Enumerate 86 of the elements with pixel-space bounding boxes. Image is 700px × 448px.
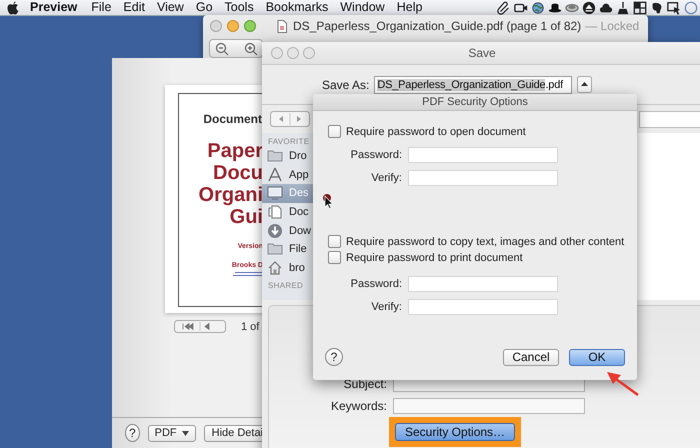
password-field[interactable] <box>408 276 558 292</box>
link-lines-drawing <box>233 271 263 277</box>
minimize-button-icon[interactable] <box>227 20 239 32</box>
sidebar-item[interactable]: App <box>262 166 316 184</box>
page-text: Paper <box>207 141 263 161</box>
close-button-icon[interactable] <box>271 47 283 59</box>
page-nav-buttons-icon[interactable] <box>174 320 226 333</box>
sidebar-item[interactable]: bro <box>262 258 316 278</box>
password-field[interactable] <box>408 170 558 186</box>
folder-icon <box>267 241 283 258</box>
checkbox[interactable] <box>328 125 341 138</box>
menu-item[interactable]: Go <box>196 0 213 15</box>
password-field[interactable] <box>408 299 558 315</box>
pointer-arrow <box>605 370 639 396</box>
zoom-button-icon[interactable] <box>244 20 256 32</box>
zoom-out-icon <box>214 42 228 56</box>
app-menu[interactable]: Preview <box>30 0 78 15</box>
menu-item[interactable]: Edit <box>123 0 145 15</box>
ok-button[interactable]: OK <box>569 348 625 366</box>
sidebar-item[interactable]: Doc <box>262 202 316 222</box>
field-label: Password: <box>350 278 402 290</box>
checkbox-label: Require password to copy text, images and other content <box>346 236 624 248</box>
field-label: Verify: <box>370 301 402 313</box>
checkbox[interactable] <box>328 251 341 264</box>
field-label: Subject: <box>342 377 387 391</box>
input-field[interactable] <box>393 398 585 414</box>
sidebar-heading: SHARED <box>267 280 304 292</box>
sidebar-item[interactable]: Dow <box>262 221 316 240</box>
page-text: Gui <box>230 207 263 227</box>
page-text: Document <box>203 113 262 125</box>
globe-icon[interactable] <box>531 0 545 14</box>
folder-icon <box>267 148 283 164</box>
grid-icon[interactable] <box>633 0 647 14</box>
hat-icon[interactable] <box>548 0 562 14</box>
download-icon <box>267 222 283 239</box>
hide-details-button[interactable]: Hide Detai <box>204 424 265 442</box>
checkbox-label: Require password to open document <box>346 126 526 138</box>
zoom-in-icon <box>244 42 258 56</box>
field-label: Keywords: <box>330 399 387 413</box>
page-text: Organi <box>198 185 263 205</box>
menu-item[interactable]: Window <box>340 0 385 15</box>
field-label: Password: <box>350 149 402 161</box>
zoom-buttons[interactable] <box>209 39 263 58</box>
house-icon <box>267 260 283 276</box>
save-as-label: Save As: <box>322 78 370 92</box>
password-field[interactable] <box>408 147 558 163</box>
broom-icon[interactable] <box>616 0 630 14</box>
menu-item[interactable]: Tools <box>224 0 254 15</box>
back-forward-buttons-icon[interactable] <box>270 111 310 127</box>
zoom-button-icon[interactable] <box>303 47 315 59</box>
compass-ruler-icon <box>267 166 283 183</box>
locked-label: — Locked <box>585 19 640 33</box>
cancel-button[interactable]: Cancel <box>503 348 559 366</box>
window-title: Save <box>468 46 496 60</box>
menu-item[interactable]: File <box>91 0 112 15</box>
caret-icon <box>182 430 189 436</box>
checkbox[interactable] <box>328 235 341 248</box>
page-count: 1 of <box>241 320 260 332</box>
sidebar-item[interactable]: Dro <box>262 147 316 166</box>
paperclip-icon[interactable] <box>497 0 511 14</box>
pdf-menu-button[interactable]: PDF <box>148 424 196 442</box>
eject-icon[interactable] <box>582 0 596 14</box>
sidebar-item[interactable]: File <box>262 240 316 259</box>
monitor-icon <box>267 185 283 202</box>
menu-item[interactable]: View <box>156 0 184 15</box>
help-button[interactable]: ? <box>125 424 140 442</box>
security-options-button[interactable]: Security Options… <box>395 423 516 441</box>
dialog-title: PDF Security Options <box>313 94 637 111</box>
file-name-field[interactable]: DS_Paperless_Organization_Guide.pdf <box>374 76 572 94</box>
help-button[interactable]: ? <box>325 348 343 366</box>
mouse-pointer-icon <box>322 194 333 209</box>
window-title: DS_Paperless_Organization_Guide.pdf (page 1 of 82) <box>293 19 582 33</box>
apple-icon[interactable] <box>6 0 20 16</box>
minimize-button-icon[interactable] <box>287 47 299 59</box>
checkbox-label: Require password to print document <box>346 252 523 264</box>
menu-item[interactable]: Help <box>396 0 422 15</box>
cloud-icon[interactable] <box>599 0 613 14</box>
page-text: Docu <box>213 163 263 183</box>
menu-item[interactable]: Bookmarks <box>266 0 328 15</box>
search-field[interactable] <box>639 110 700 128</box>
expand-button-icon[interactable] <box>577 76 592 93</box>
close-button-icon[interactable] <box>210 20 222 32</box>
sidebar-heading: FAVORITE <box>267 136 310 147</box>
documents-icon <box>267 204 283 220</box>
field-label: Verify: <box>370 172 402 184</box>
document-icon <box>277 20 287 32</box>
